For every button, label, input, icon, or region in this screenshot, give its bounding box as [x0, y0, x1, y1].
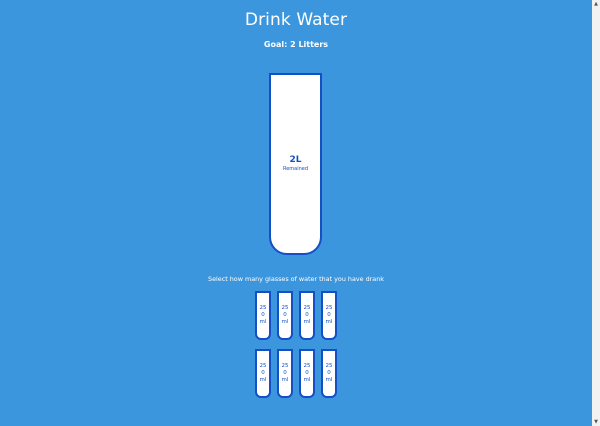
small-glass[interactable]: 250 ml: [255, 349, 271, 398]
scroll-down-icon[interactable]: ▼: [593, 419, 599, 425]
small-glass[interactable]: 250 ml: [277, 349, 293, 398]
small-glass[interactable]: 250 ml: [299, 291, 315, 340]
big-cup: 2L Remained: [269, 73, 322, 255]
glass-label: 250 ml: [281, 363, 289, 383]
small-glass[interactable]: 250 ml: [255, 291, 271, 340]
small-glass[interactable]: 250 ml: [321, 291, 337, 340]
glass-label: 250 ml: [325, 363, 333, 383]
goal-text: Goal: 2 Litters: [263, 40, 329, 49]
small-glass[interactable]: 250 ml: [299, 349, 315, 398]
page-title: Drink Water: [244, 10, 348, 30]
glass-label: 250 ml: [303, 305, 311, 325]
glass-label: 250 ml: [325, 305, 333, 325]
scrollbar[interactable]: ▲ ▼: [592, 0, 600, 426]
small-glass[interactable]: 250 ml: [321, 349, 337, 398]
remained-label: Remained: [282, 166, 309, 172]
glass-label: 250 ml: [281, 305, 289, 325]
glass-label: 250 ml: [259, 305, 267, 325]
instruction-text: Select how many glasses of water that yo…: [208, 275, 384, 283]
remained-amount: 2L: [289, 155, 302, 165]
glass-label: 250 ml: [259, 363, 267, 383]
glasses-grid: 250 ml 250 ml 250 ml 250 ml 250 ml 250 m…: [255, 291, 337, 398]
small-glass[interactable]: 250 ml: [277, 291, 293, 340]
scroll-up-icon[interactable]: ▲: [593, 1, 599, 7]
glass-label: 250 ml: [303, 363, 311, 383]
